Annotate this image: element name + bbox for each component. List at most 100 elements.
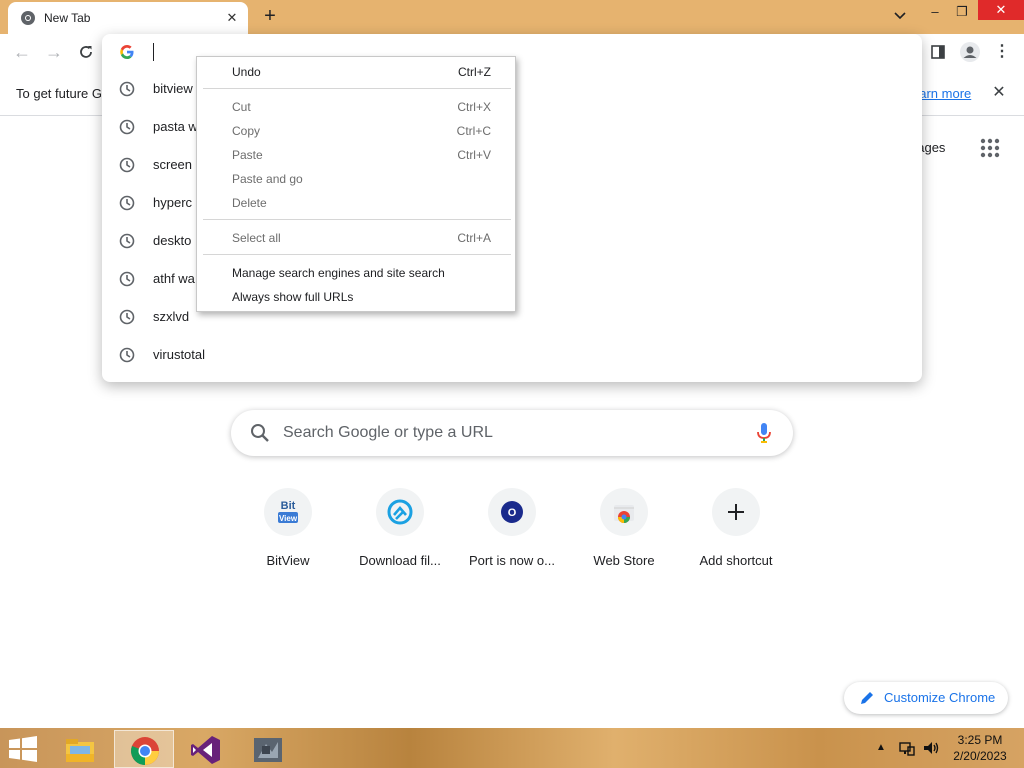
shortcut-label: Port is now o... <box>469 553 555 568</box>
menu-separator <box>203 254 511 255</box>
pencil-icon <box>861 692 873 704</box>
customize-chrome-label: Customize Chrome <box>884 690 996 705</box>
menu-item-shortcut: Ctrl+A <box>457 231 491 245</box>
tab-search-chevron-icon[interactable] <box>886 4 914 28</box>
menu-item-undo[interactable]: Undo Ctrl+Z <box>197 60 515 84</box>
suggestion-text: pasta w <box>153 119 198 134</box>
volume-icon[interactable] <box>922 739 940 757</box>
profile-avatar-icon[interactable] <box>958 40 982 64</box>
shortcut-label: Add shortcut <box>699 553 773 568</box>
menu-item-select-all[interactable]: Select all Ctrl+A <box>197 226 515 250</box>
taskbar: ▲ 3:25 PM 2/20/2023 <box>0 728 1024 768</box>
history-clock-icon <box>119 157 135 173</box>
taskbar-visual-studio[interactable] <box>176 730 236 768</box>
history-clock-icon <box>119 119 135 135</box>
forward-arrow-icon[interactable]: → <box>42 40 66 64</box>
microphone-icon[interactable] <box>753 421 775 445</box>
ntp-search-box[interactable]: Search Google or type a URL <box>231 410 793 456</box>
menu-item-label: Delete <box>232 196 267 210</box>
google-apps-grid-icon[interactable] <box>980 138 1000 158</box>
side-panel-icon[interactable] <box>926 40 950 64</box>
menu-item-label: Manage search engines and site search <box>232 266 445 280</box>
menu-item-shortcut: Ctrl+C <box>456 124 491 138</box>
close-window-icon[interactable]: ✕ <box>978 0 1024 20</box>
shortcut-label: Download fil... <box>359 553 441 568</box>
suggestion-text: szxlvd <box>153 309 190 324</box>
taskbar-file-explorer[interactable] <box>50 730 110 768</box>
menu-item-label: Cut <box>232 100 251 114</box>
info-bar-close-icon[interactable]: ✕ <box>988 82 1010 104</box>
context-menu: Undo Ctrl+Z Cut Ctrl+X Copy Ctrl+C Paste… <box>196 56 516 312</box>
shortcut-port-is-now-open[interactable]: O Port is now o... <box>456 488 568 578</box>
suggestion-text: hyperc <box>153 195 193 210</box>
svg-text:Bit: Bit <box>281 500 296 512</box>
chrome-icon <box>131 737 159 765</box>
search-icon <box>251 424 269 442</box>
file-explorer-icon <box>66 739 94 762</box>
menu-item-manage-search-engines[interactable]: Manage search engines and site search <box>197 261 515 285</box>
omnibox-input-caret[interactable] <box>153 43 154 61</box>
taskbar-app-thumbnail[interactable] <box>238 730 298 768</box>
chrome-favicon-icon <box>21 11 35 25</box>
history-clock-icon <box>119 271 135 287</box>
history-clock-icon <box>119 81 135 97</box>
suggestion-text: athf wa <box>153 271 195 286</box>
shortcut-label: BitView <box>266 553 310 568</box>
menu-item-paste[interactable]: Paste Ctrl+V <box>197 143 515 167</box>
more-options-icon[interactable]: ⋮ <box>990 40 1014 64</box>
clock-date[interactable]: 2/20/2023 <box>950 749 1010 763</box>
new-tab-plus-icon[interactable]: + <box>258 5 282 29</box>
app-thumbnail-icon <box>254 738 282 762</box>
menu-item-paste-and-go[interactable]: Paste and go <box>197 167 515 191</box>
bitview-favicon-icon: Bit View <box>264 488 312 536</box>
port-letter-o-icon: O <box>488 488 536 536</box>
customize-chrome-button[interactable]: Customize Chrome <box>844 682 1008 714</box>
menu-item-shortcut: Ctrl+Z <box>458 65 491 79</box>
history-clock-icon <box>119 347 135 363</box>
menu-item-label: Always show full URLs <box>232 290 354 304</box>
taskbar-chrome[interactable] <box>114 730 174 768</box>
chrome-web-store-icon <box>600 488 648 536</box>
history-clock-icon <box>119 195 135 211</box>
title-bar: New Tab ✕ + – ❐ ✕ <box>0 0 1024 34</box>
suggestion-row[interactable]: virustotal <box>102 336 922 374</box>
visual-studio-icon <box>191 736 220 764</box>
clock-time[interactable]: 3:25 PM <box>950 733 1010 747</box>
windows-start-icon[interactable] <box>8 736 38 762</box>
restore-icon[interactable]: ❐ <box>950 0 974 24</box>
shortcut-download-files[interactable]: Download fil... <box>344 488 456 578</box>
tab-new-tab[interactable]: New Tab ✕ <box>8 2 248 34</box>
menu-item-label: Paste and go <box>232 172 303 186</box>
menu-item-label: Copy <box>232 124 261 138</box>
menu-separator <box>203 219 511 220</box>
add-shortcut-button[interactable]: Add shortcut <box>680 488 792 578</box>
history-clock-icon <box>119 233 135 249</box>
suggestion-text: bitview <box>153 81 193 96</box>
back-arrow-icon[interactable]: ← <box>10 40 34 64</box>
shortcut-label: Web Store <box>593 553 655 568</box>
shortcut-web-store[interactable]: Web Store <box>568 488 680 578</box>
port-letter: O <box>508 507 517 519</box>
menu-item-cut[interactable]: Cut Ctrl+X <box>197 95 515 119</box>
plus-icon <box>712 488 760 536</box>
menu-item-copy[interactable]: Copy Ctrl+C <box>197 119 515 143</box>
minimize-icon[interactable]: – <box>922 0 948 24</box>
network-icon[interactable] <box>898 739 916 757</box>
svg-text:View: View <box>279 514 298 523</box>
download-site-favicon-icon <box>376 488 424 536</box>
menu-item-always-show-full-urls[interactable]: Always show full URLs <box>197 285 515 309</box>
info-bar-text: To get future G <box>16 86 102 101</box>
menu-item-shortcut: Ctrl+V <box>457 148 491 162</box>
reload-icon[interactable] <box>74 40 98 64</box>
suggestion-text: deskto <box>153 233 192 248</box>
menu-item-shortcut: Ctrl+X <box>457 100 491 114</box>
menu-item-delete[interactable]: Delete <box>197 191 515 215</box>
tab-close-icon[interactable]: ✕ <box>222 8 242 28</box>
search-placeholder: Search Google or type a URL <box>283 424 493 441</box>
google-g-icon <box>120 45 134 59</box>
menu-separator <box>203 88 511 89</box>
tray-overflow-arrow-icon[interactable]: ▲ <box>876 742 886 753</box>
menu-item-label: Paste <box>232 148 263 162</box>
suggestion-text: screen <box>153 157 193 172</box>
shortcut-bitview[interactable]: Bit View BitView <box>232 488 344 578</box>
